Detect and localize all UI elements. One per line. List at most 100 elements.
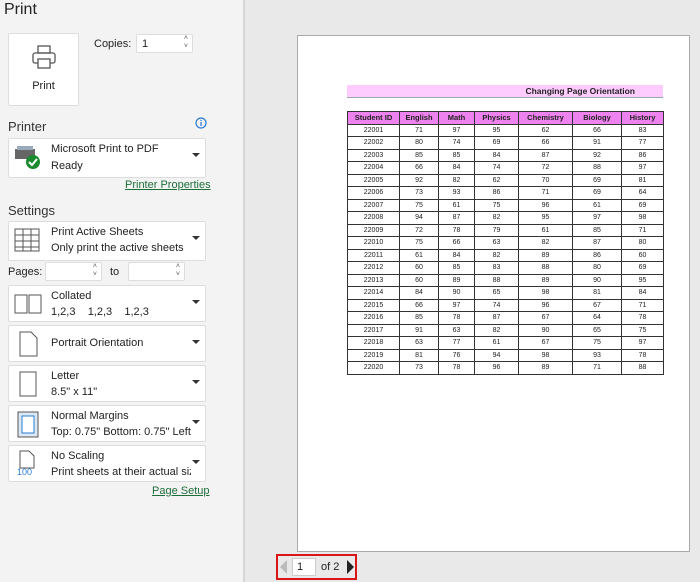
table-cell: 85 [438,148,475,162]
table-row: 22016 85 78 87 67 64 78 [347,311,664,325]
data-table: Student ID English Math Physics Chemistry Bio… [347,111,664,375]
table-cell: 65 [474,286,519,300]
table-cell: 79 [474,223,519,237]
table-cell: 96 [474,361,519,375]
column-header: Math [438,111,475,125]
printer-dropdown[interactable]: Microsoft Print to PDF Ready [8,138,206,178]
table-cell: 70 [518,173,573,187]
scaling-dropdown[interactable]: 100 No Scaling Print sheets at their act… [8,445,206,482]
margins-dropdown[interactable]: Normal Margins Top: 0.75" Bottom: 0.75" … [8,405,206,442]
page-setup-link[interactable]: Page Setup [152,485,210,497]
table-cell: 98 [518,348,573,362]
orientation-dropdown[interactable]: Portrait Orientation [8,325,206,362]
table-cell: 83 [474,261,519,275]
table-cell: 22006 [347,186,400,200]
table-cell: 80 [572,261,622,275]
spin-arrows-icon[interactable]: ˄ ˅ [93,263,97,279]
pages-to-input[interactable]: ˄ ˅ [128,262,185,281]
sheet-grid-icon [14,228,40,252]
table-cell: 75 [399,236,439,250]
spin-arrows-icon[interactable]: ˄ ˅ [184,35,188,51]
table-row: 22017 91 63 82 90 65 75 [347,323,664,337]
table-cell: 66 [438,236,475,250]
table-cell: 66 [399,298,439,312]
collation-dropdown[interactable]: Collated 1,2,3 1,2,3 1,2,3 [8,285,206,322]
chevron-down-icon [192,460,200,464]
table-cell: 84 [474,148,519,162]
page-title: Print [4,1,37,18]
table-row: 22010 75 66 63 82 87 80 [347,236,664,250]
table-cell: 22008 [347,211,400,225]
table-cell: 61 [399,248,439,262]
sheet-title: Changing Page Orientation [347,85,663,98]
table-row: 22004 66 84 74 72 88 97 [347,161,664,175]
table-cell: 85 [399,311,439,325]
table-cell: 98 [518,286,573,300]
table-row: 22008 94 87 82 95 97 98 [347,211,664,225]
table-cell: 74 [474,298,519,312]
table-cell: 22012 [347,261,400,275]
table-cell: 97 [621,336,664,350]
table-cell: 81 [621,173,664,187]
print-button[interactable]: Print [8,33,79,106]
table-cell: 22009 [347,223,400,237]
table-cell: 60 [399,261,439,275]
table-cell: 98 [621,211,664,225]
spin-arrows-icon[interactable]: ˄ ˅ [176,263,180,279]
chevron-down-icon [192,340,200,344]
table-cell: 22007 [347,198,400,212]
chevron-down-icon [192,300,200,304]
paper-size-dropdown[interactable]: Letter 8.5" x 11" [8,365,206,402]
column-header: English [399,111,439,125]
table-cell: 96 [518,198,573,212]
table-cell: 63 [474,236,519,250]
table-cell: 74 [438,136,475,150]
table-cell: 22013 [347,273,400,287]
table-cell: 22001 [347,123,400,137]
table-cell: 97 [438,298,475,312]
table-cell: 88 [474,273,519,287]
table-cell: 87 [572,236,622,250]
table-row: 22014 84 90 65 98 81 84 [347,286,664,300]
table-cell: 72 [518,161,573,175]
table-cell: 90 [572,273,622,287]
table-cell: 93 [572,348,622,362]
table-cell: 67 [518,311,573,325]
table-row: 22015 66 97 74 96 67 71 [347,298,664,312]
next-page-icon[interactable] [347,560,354,574]
table-cell: 61 [572,198,622,212]
table-cell: 69 [572,173,622,187]
print-what-dropdown[interactable]: Print Active Sheets Only print the activ… [8,221,206,261]
table-cell: 69 [621,198,664,212]
paper-icon [19,371,37,397]
pages-from-input[interactable]: ˄ ˅ [45,262,102,281]
table-cell: 64 [572,311,622,325]
table-cell: 82 [438,173,475,187]
table-cell: 82 [474,248,519,262]
table-row: 22001 71 97 95 62 66 83 [347,123,664,137]
table-cell: 69 [474,136,519,150]
info-icon[interactable] [195,117,207,129]
printer-properties-link[interactable]: Printer Properties [125,179,211,191]
table-cell: 78 [621,348,664,362]
table-row: 22011 61 84 82 89 86 60 [347,248,664,262]
print-what-title: Print Active Sheets [51,226,144,238]
table-cell: 75 [621,323,664,337]
print-button-label: Print [32,80,55,92]
page-number-input[interactable]: 1 [292,558,316,576]
table-cell: 22014 [347,286,400,300]
table-cell: 97 [621,161,664,175]
copies-input[interactable]: 1 ˄ ˅ [136,34,193,53]
table-cell: 96 [518,298,573,312]
table-cell: 78 [438,311,475,325]
previous-page-icon[interactable] [280,560,287,574]
table-cell: 77 [621,136,664,150]
table-row: 22006 73 93 86 71 69 64 [347,186,664,200]
table-cell: 87 [438,211,475,225]
settings-heading: Settings [8,203,55,218]
table-cell: 81 [399,348,439,362]
table-cell: 75 [474,198,519,212]
table-cell: 95 [621,273,664,287]
table-cell: 86 [474,186,519,200]
margins-subtitle: Top: 0.75" Bottom: 0.75" Left: 0.7" [51,426,191,438]
